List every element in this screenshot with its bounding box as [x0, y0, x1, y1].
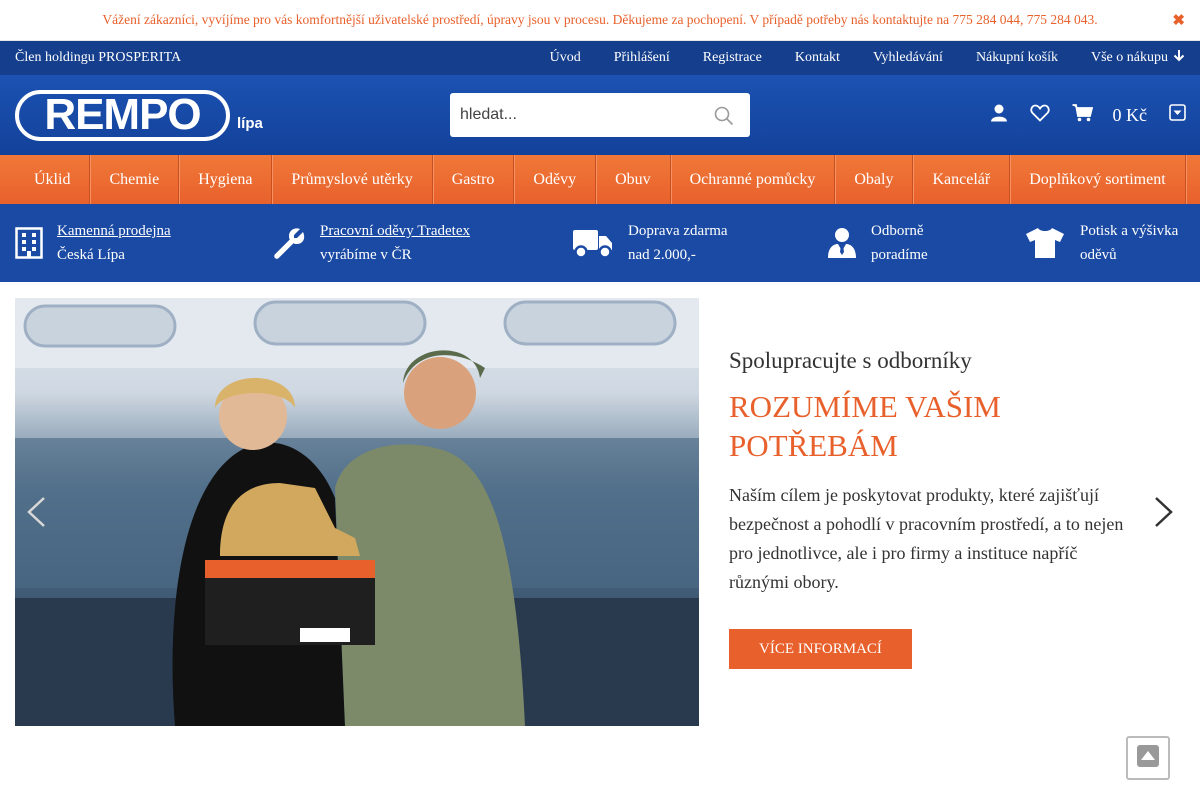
hero-image [15, 298, 699, 726]
benefit-advice: Odborně poradíme [827, 219, 928, 267]
top-nav: Úvod Přihlášení Registrace Kontakt Vyhle… [517, 49, 1185, 67]
truck-icon [572, 227, 614, 259]
heart-icon[interactable] [1029, 104, 1050, 127]
nav-link-cart[interactable]: Nákupní košík [976, 50, 1058, 66]
benefit-store: Kamenná prodejna Česká Lípa [15, 219, 171, 267]
benefit-store-link[interactable]: Kamenná prodejna [57, 223, 171, 239]
category-item[interactable]: Gastro [433, 155, 515, 204]
cart-total[interactable]: 0 Kč [1113, 105, 1148, 126]
search-icon[interactable] [714, 106, 734, 131]
more-info-button[interactable]: VÍCE INFORMACÍ [729, 629, 912, 669]
next-slide-arrow[interactable] [1154, 496, 1174, 533]
slide-description: Naším cílem je poskytovat produkty, kter… [729, 485, 1124, 592]
logo[interactable]: REMPO lípa [15, 89, 263, 141]
cart-dropdown-icon[interactable] [1169, 104, 1186, 126]
slide-content: Spolupracujte s odborníky ROZUMÍME VAŠIM… [729, 348, 1139, 669]
benefit-store-sub: Česká Lípa [57, 247, 125, 263]
search-box [450, 93, 750, 137]
nav-link-search[interactable]: Vyhledávání [873, 50, 943, 66]
slide-title: ROZUMÍME VAŠIM POTŘEBÁM [729, 389, 1001, 463]
benefit-shipping: Doprava zdarma nad 2.000,- [572, 219, 728, 267]
tshirt-icon [1024, 227, 1066, 259]
logo-subtitle: lípa [237, 114, 263, 132]
nav-link-login[interactable]: Přihlášení [614, 50, 670, 66]
category-item[interactable]: Oděvy [514, 155, 597, 204]
main-header: REMPO lípa 0 Kč [0, 75, 1200, 155]
benefit-shipping-title: Doprava zdarma [628, 223, 728, 239]
category-item[interactable]: Hygiena [179, 155, 273, 204]
logo-badge: REMPO [15, 89, 230, 141]
benefit-workwear-sub: vyrábíme v ČR [320, 247, 412, 263]
holding-text: Člen holdingu PROSPERITA [15, 50, 182, 65]
nav-link-contact[interactable]: Kontakt [795, 50, 840, 66]
category-item[interactable]: Doplňkový sortiment [1010, 155, 1186, 204]
cart-icon[interactable] [1072, 103, 1093, 127]
benefit-workwear-link[interactable]: Pracovní oděvy Tradetex [320, 223, 470, 239]
nav-link-shopping-info-label: Vše o nákupu [1091, 50, 1168, 65]
category-item[interactable]: Úklid [15, 155, 91, 204]
prev-slide-arrow[interactable] [26, 496, 46, 533]
category-item[interactable]: Chemie [90, 155, 180, 204]
user-icon[interactable] [990, 104, 1008, 127]
arrow-down-icon [1173, 49, 1185, 67]
nav-link-register[interactable]: Registrace [703, 50, 762, 66]
caret-up-icon [1136, 744, 1160, 773]
benefit-advice-title: Odborně [871, 223, 924, 239]
search-input[interactable] [450, 93, 700, 137]
benefits-bar: Kamenná prodejna Česká Lípa Pracovní oděv… [0, 204, 1200, 282]
slide-subtitle: Spolupracujte s odborníky [729, 348, 972, 373]
nav-link-home[interactable]: Úvod [550, 50, 581, 66]
category-item[interactable]: Obaly [835, 155, 914, 204]
header-actions: 0 Kč [968, 75, 1187, 155]
benefit-printing-title: Potisk a výšivka [1080, 223, 1179, 239]
benefit-shipping-sub: nad 2.000,- [628, 247, 696, 263]
category-item[interactable]: Kancelář [913, 155, 1011, 204]
close-icon[interactable]: ✖ [1172, 11, 1185, 30]
building-icon [15, 227, 43, 259]
scroll-to-top-button[interactable] [1126, 736, 1170, 780]
category-item[interactable]: Obuv [596, 155, 671, 204]
advisor-icon [827, 227, 857, 259]
top-bar: Člen holdingu PROSPERITA Úvod Přihlášení… [0, 41, 1200, 75]
benefit-advice-sub: poradíme [871, 247, 928, 263]
notice-text: Vážení zákazníci, vyvíjíme pro vás komfo… [102, 12, 1098, 27]
hero-slider: Spolupracujte s odborníky ROZUMÍME VAŠIM… [0, 282, 1200, 732]
category-item[interactable]: Průmyslové utěrky [272, 155, 433, 204]
category-item[interactable]: Ochranné pomůcky [671, 155, 836, 204]
category-nav: Úklid Chemie Hygiena Průmyslové utěrky G… [0, 155, 1200, 204]
nav-link-shopping-info[interactable]: Vše o nákupu [1091, 49, 1185, 67]
benefit-printing-sub: oděvů [1080, 247, 1117, 263]
wrench-icon [272, 226, 306, 260]
benefit-printing: Potisk a výšivka oděvů [1024, 219, 1178, 267]
info-notice-bar: Vážení zákazníci, vyvíjíme pro vás komfo… [0, 0, 1200, 41]
benefit-workwear: Pracovní oděvy Tradetex vyrábíme v ČR [272, 219, 470, 267]
